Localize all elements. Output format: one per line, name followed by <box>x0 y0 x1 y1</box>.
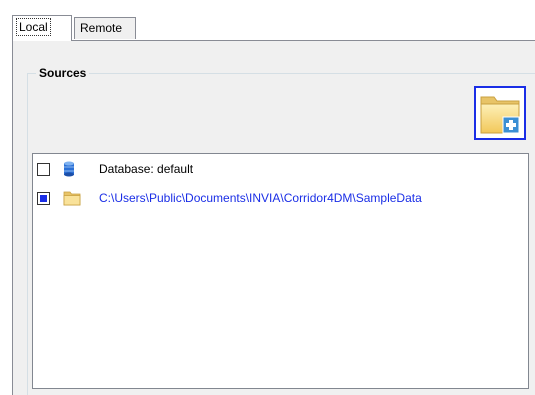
tab-local[interactable]: Local <box>12 15 72 41</box>
source-label-folder: C:\Users\Public\Documents\INVIA\Corridor… <box>99 191 422 205</box>
sources-list[interactable]: Database: default C:\Users\Public\Docume… <box>32 153 529 389</box>
source-label-database: Database: default <box>99 162 194 176</box>
tab-local-label: Local <box>16 18 51 36</box>
source-checkbox-folder[interactable] <box>37 192 50 205</box>
tab-remote-label: Remote <box>80 21 123 35</box>
database-icon <box>64 161 74 177</box>
add-folder-button[interactable] <box>474 86 526 140</box>
folder-add-icon <box>480 96 520 134</box>
list-item[interactable]: C:\Users\Public\Documents\INVIA\Corridor… <box>37 189 523 207</box>
source-checkbox-database[interactable] <box>37 163 50 176</box>
window-root: Sources Local Remote Database: default C… <box>0 0 535 395</box>
list-item[interactable]: Database: default <box>37 160 523 178</box>
folder-icon <box>63 191 81 206</box>
tab-remote[interactable]: Remote <box>74 17 136 39</box>
sources-title: Sources <box>36 66 90 80</box>
